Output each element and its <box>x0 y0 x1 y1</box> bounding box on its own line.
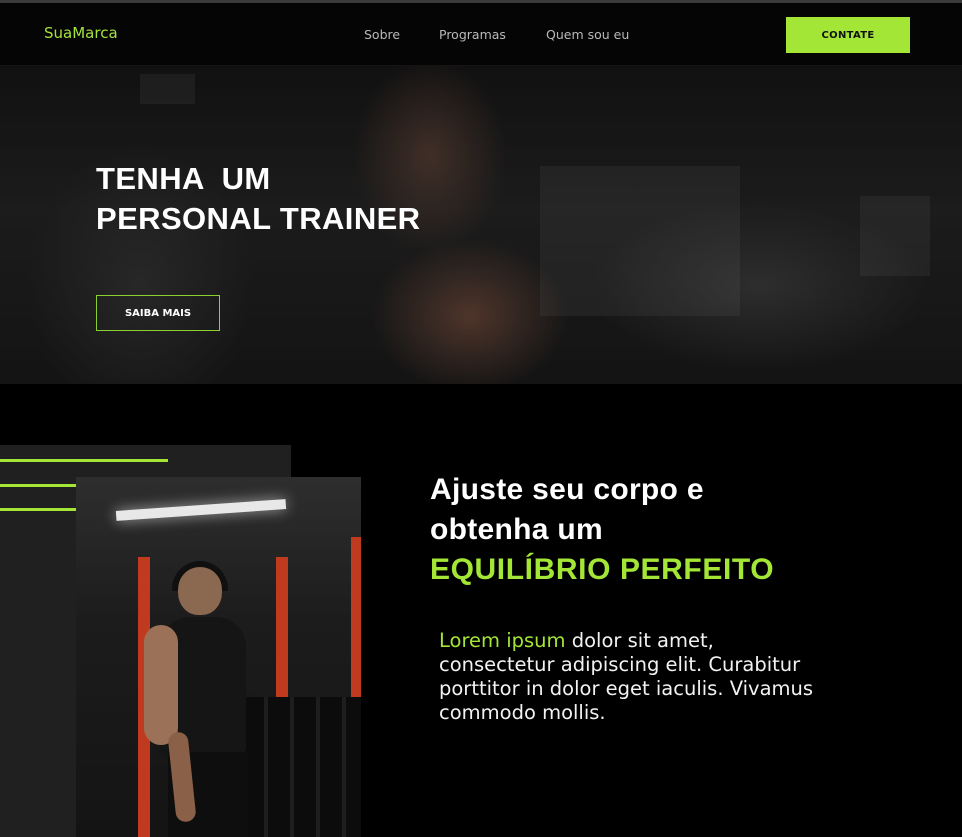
hero-title-line-2: PERSONAL TRAINER <box>96 201 421 236</box>
hero-section: TENHA UM PERSONAL TRAINER SAIBA MAIS <box>0 66 962 384</box>
about-heading-accent: EQUILÍBRIO PERFEITO <box>430 553 775 586</box>
nav-link-programas[interactable]: Programas <box>439 27 506 42</box>
nav-link-sobre[interactable]: Sobre <box>364 27 400 42</box>
headphones-icon <box>172 561 228 591</box>
navbar: SuaMarca Sobre Programas Quem sou eu CON… <box>0 3 962 66</box>
about-heading: Ajuste seu corpo e obtenha um EQUILÍBRIO… <box>430 470 774 590</box>
hero-title: TENHA UM PERSONAL TRAINER <box>96 159 420 239</box>
about-heading-line-1: Ajuste seu corpo e <box>430 473 704 506</box>
accent-line <box>0 459 168 462</box>
hero-title-line-1: TENHA UM <box>96 161 271 196</box>
ceiling-light <box>115 499 287 521</box>
contact-button[interactable]: CONTATE <box>786 17 910 53</box>
about-heading-line-2: obtenha um <box>430 513 603 546</box>
trainer-photo <box>76 477 361 837</box>
nav-link-quem-sou-eu[interactable]: Quem sou eu <box>546 27 629 42</box>
about-section: Ajuste seu corpo e obtenha um EQUILÍBRIO… <box>0 384 962 837</box>
paragraph-highlight: Lorem ipsum <box>439 629 566 652</box>
trainer-arm <box>144 625 178 745</box>
about-paragraph: Lorem ipsum dolor sit amet, consectetur … <box>439 629 819 725</box>
brand-logo[interactable]: SuaMarca <box>44 24 118 42</box>
trainer-figure <box>144 557 256 837</box>
learn-more-button[interactable]: SAIBA MAIS <box>96 295 220 331</box>
